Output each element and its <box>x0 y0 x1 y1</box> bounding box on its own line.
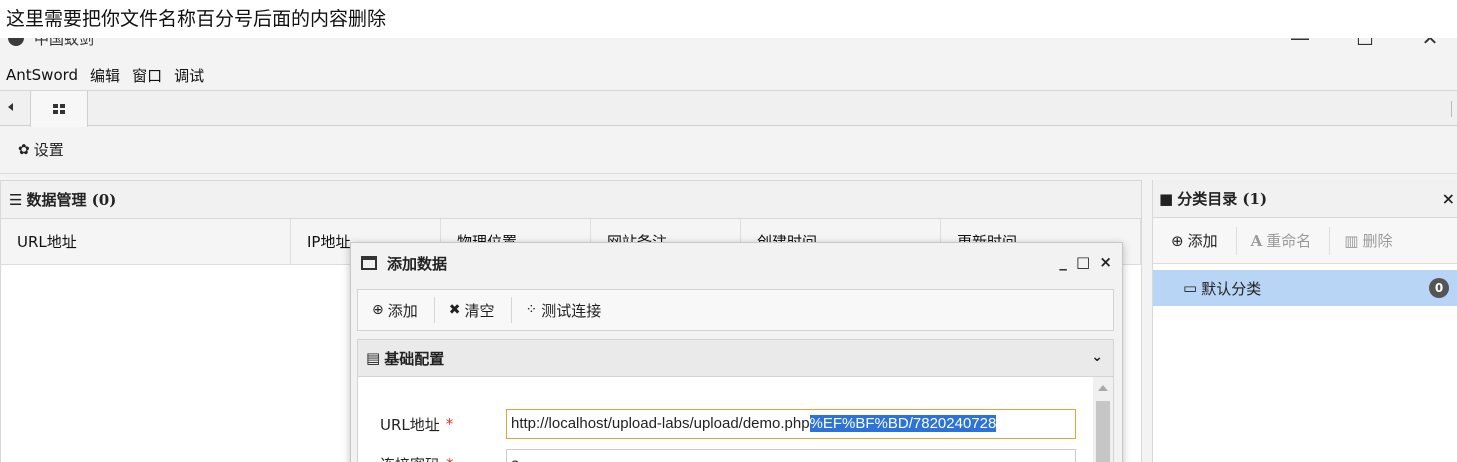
category-count-badge: 0 <box>1429 278 1449 298</box>
dialog-clear-button[interactable]: ✖ 清空 <box>449 297 512 323</box>
maximize-button[interactable]: ☐ <box>1345 38 1385 50</box>
category-rename-label: 重命名 <box>1266 232 1312 250</box>
dialog-toolbar: ⊕ 添加 ✖ 清空 ⁘ 测试连接 <box>357 289 1114 331</box>
close-button[interactable]: ✕ <box>1410 38 1450 50</box>
tab-scroll-left-icon[interactable] <box>8 103 13 111</box>
annotation-text: 这里需要把你文件名称百分号后面的内容删除 <box>0 0 1457 38</box>
tab-strip <box>0 90 1457 127</box>
category-close-icon[interactable]: × <box>1442 189 1455 208</box>
url-row: URL地址 * <box>380 409 453 439</box>
basic-config-section[interactable]: ▤ 基础配置 ⌄ <box>357 339 1114 377</box>
app-logo-icon <box>8 38 24 46</box>
x-icon: ✖ <box>448 302 461 318</box>
category-panel: ■ 分类目录 (1) × ⊕ 添加 A 重命名 ▥ 删除 ▭ 默认分类 0 <box>1152 180 1457 462</box>
menu-edit[interactable]: 编辑 <box>90 65 120 86</box>
antsword-window: 中国蚁剑 — ☐ ✕ AntSword 编辑 窗口 调试 ✿ 设置 ☰ 数据管理… <box>0 38 1457 462</box>
dialog-add-label: 添加 <box>387 301 418 320</box>
category-panel-header: ■ 分类目录 (1) × <box>1153 180 1457 218</box>
scroll-thumb[interactable] <box>1096 401 1110 462</box>
settings-toolbar: ✿ 设置 <box>0 126 1457 174</box>
menu-bar: AntSword 编辑 窗口 调试 <box>0 61 216 89</box>
spinner-icon: ⁘ <box>525 302 538 318</box>
dialog-title: 添加数据 <box>387 254 448 273</box>
plus-circle-icon: ⊕ <box>1171 231 1184 250</box>
category-rename-button[interactable]: A 重命名 <box>1250 226 1331 255</box>
dialog-test-button[interactable]: ⁘ 测试连接 <box>526 297 618 323</box>
window-title: 中国蚁剑 <box>34 38 95 48</box>
password-row: 连接密码 * <box>380 449 454 462</box>
basic-config-title: 基础配置 <box>384 349 445 368</box>
data-panel-title: 数据管理 (0) <box>26 191 117 209</box>
window-icon <box>361 256 377 270</box>
category-delete-button[interactable]: ▥ 删除 <box>1344 227 1410 255</box>
url-input[interactable]: http://localhost/upload-labs/upload/demo… <box>506 409 1076 439</box>
folder-icon: ■ <box>1159 189 1174 208</box>
category-add-button[interactable]: ⊕ 添加 <box>1171 226 1237 255</box>
url-label: URL地址 <box>380 415 440 434</box>
basic-config-form: URL地址 * http://localhost/upload-labs/upl… <box>357 377 1114 462</box>
menu-window[interactable]: 窗口 <box>132 65 162 86</box>
menu-antsword[interactable]: AntSword <box>6 66 78 84</box>
add-data-dialog: 添加数据 _ □ × ⊕ 添加 ✖ 清空 ⁘ 测试连接 ▤ 基础配置 ⌄ URL… <box>350 242 1123 462</box>
list-icon: ☰ <box>9 190 23 209</box>
password-required-mark: * <box>446 455 454 462</box>
title-bar: 中国蚁剑 — ☐ ✕ <box>0 38 1457 56</box>
dialog-window-controls[interactable]: _ □ × <box>1059 253 1114 271</box>
dialog-clear-label: 清空 <box>464 301 495 320</box>
category-toolbar: ⊕ 添加 A 重命名 ▥ 删除 <box>1153 218 1457 264</box>
url-input-text: http://localhost/upload-labs/upload/demo… <box>511 415 810 432</box>
settings-button[interactable]: 设置 <box>34 139 64 160</box>
tab-scroll-right-icon[interactable] <box>1451 101 1457 117</box>
category-panel-title: 分类目录 (1) <box>1177 190 1268 208</box>
folder-outline-icon: ▭ <box>1183 279 1198 297</box>
data-panel-header: ☰ 数据管理 (0) <box>1 181 1141 219</box>
scroll-up-icon[interactable] <box>1098 385 1108 391</box>
font-icon: A <box>1250 231 1263 250</box>
grid-icon <box>53 104 65 114</box>
password-input[interactable]: a <box>506 449 1076 462</box>
dialog-test-label: 测试连接 <box>541 301 602 320</box>
plus-circle-icon: ⊕ <box>372 302 384 318</box>
category-item-default[interactable]: ▭ 默认分类 0 <box>1153 270 1457 306</box>
url-input-selected-text: %EF%BF%BD/7820240728 <box>809 415 997 432</box>
trash-icon: ▥ <box>1344 231 1359 250</box>
chevron-down-icon[interactable]: ⌄ <box>1091 349 1103 365</box>
gear-icon: ✿ <box>18 141 30 158</box>
dialog-title-bar[interactable]: 添加数据 _ □ × <box>351 243 1122 283</box>
form-scrollbar[interactable] <box>1093 377 1113 462</box>
dialog-add-button[interactable]: ⊕ 添加 <box>372 297 435 323</box>
tab-home[interactable] <box>30 91 88 127</box>
minimize-button[interactable]: — <box>1280 38 1320 50</box>
category-add-label: 添加 <box>1187 232 1218 250</box>
category-delete-label: 删除 <box>1362 232 1393 250</box>
category-item-label: 默认分类 <box>1201 279 1262 298</box>
menu-debug[interactable]: 调试 <box>174 65 204 86</box>
column-url[interactable]: URL地址 <box>1 219 291 265</box>
password-label: 连接密码 <box>380 454 440 462</box>
file-icon: ▤ <box>366 349 381 367</box>
url-required-mark: * <box>445 415 454 433</box>
